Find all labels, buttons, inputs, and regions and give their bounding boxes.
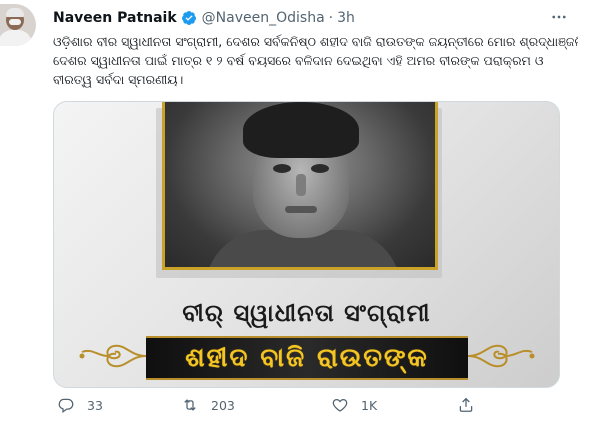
tweet-text: ଓଡ଼ିଶାର ବୀର ସ୍ୱାଧୀନତା ସଂଗ୍ରାମୀ, ଦେଶର ସର୍…: [53, 32, 578, 89]
tweet-text-line: ଦେଶର ସ୍ୱାଧୀନତା ପାଇଁ ମାତ୍ର ୧ ୨ ବର୍ଷ ବୟସରେ…: [53, 53, 544, 68]
avatar[interactable]: [0, 4, 36, 46]
flourish-right-icon: [467, 344, 535, 368]
tweet-text-line: ବୀରତ୍ୱ ସର୍ବଦା ସ୍ମରଣୀୟ।: [53, 72, 184, 87]
image-banner-text: ଶହୀଦ ବାଜି ରାଉତଙ୍କ: [185, 342, 429, 373]
portrait-nose: [296, 174, 306, 196]
tweet[interactable]: Naveen Patnaik @Naveen_Odisha · 3h ଓଡ଼ିଶ…: [0, 0, 591, 438]
share-button[interactable]: [457, 396, 475, 414]
tweet-actions: 33 203 1K: [53, 396, 483, 420]
share-icon: [459, 397, 473, 412]
avatar-mask: [9, 19, 21, 25]
heart-icon: [332, 398, 348, 412]
flourish-left-icon: [79, 344, 147, 368]
avatar-body: [0, 30, 32, 46]
tweet-header: Naveen Patnaik @Naveen_Odisha · 3h: [53, 8, 355, 28]
like-button[interactable]: 1K: [331, 396, 377, 414]
tweet-image[interactable]: ବୀର୍ ସ୍ୱାଧୀନତା ସଂଗ୍ରାମୀ ଶହୀଦ ବାଜି ରାଉତଙ୍…: [53, 101, 560, 388]
reply-icon: [58, 398, 74, 413]
author-handle[interactable]: @Naveen_Odisha: [202, 10, 325, 26]
author-name[interactable]: Naveen Patnaik: [53, 10, 177, 26]
reply-button[interactable]: 33: [57, 396, 103, 414]
portrait-photo: [162, 102, 438, 270]
retweet-icon: [184, 399, 196, 411]
avatar-hair: [6, 8, 24, 17]
image-banner: ଶହୀଦ ବାଜି ରାଉତଙ୍କ: [146, 336, 468, 380]
verified-badge-icon: [181, 10, 197, 26]
portrait-eye: [273, 164, 291, 173]
tweet-text-line: ଓଡ଼ିଶାର ବୀର ସ୍ୱାଧୀନତା ସଂଗ୍ରାମୀ, ଦେଶର ସର୍…: [53, 34, 578, 49]
like-count: 1K: [361, 397, 378, 413]
portrait-eye: [311, 164, 329, 173]
portrait-hair: [243, 102, 359, 158]
retweet-count: 203: [211, 397, 235, 413]
image-caption-top: ବୀର୍ ସ୍ୱାଧୀନତା ସଂଗ୍ରାମୀ: [182, 298, 431, 327]
timestamp[interactable]: 3h: [337, 10, 355, 26]
reply-count: 33: [87, 397, 103, 413]
more-options-icon[interactable]: [547, 7, 571, 27]
retweet-button[interactable]: 203: [181, 396, 235, 414]
separator-dot: ·: [328, 10, 334, 26]
portrait-mouth: [285, 206, 317, 213]
